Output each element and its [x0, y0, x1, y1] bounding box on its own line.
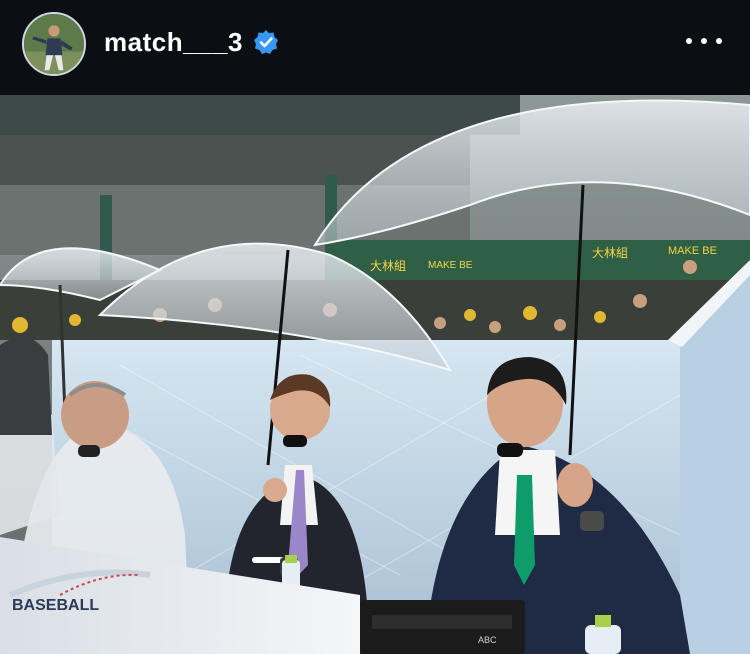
post-header: match___3 [0, 0, 750, 95]
banner-text-mid: MAKE BE [428, 260, 473, 271]
banner-text-left: 大林組 [370, 259, 406, 273]
water-bottle-icon [585, 625, 621, 654]
banner-text-right: 大林組 [592, 246, 628, 260]
dot [686, 38, 692, 44]
avatar-player-icon [24, 14, 84, 74]
more-options-icon[interactable] [686, 27, 722, 55]
username-row: match___3 [104, 24, 279, 60]
post-photo[interactable]: 大林組 MAKE BE 大林組 MAKE BE BASEBALL ABC [0, 95, 750, 654]
tie-green [514, 475, 535, 585]
upper-deck [0, 95, 520, 135]
avatar[interactable] [22, 12, 86, 76]
dot [701, 38, 707, 44]
headset-mic-icon [497, 443, 523, 457]
headset-mic-icon [283, 435, 307, 447]
banner-text-far: MAKE BE [668, 245, 717, 257]
monitor-logo-text: ABC [478, 635, 497, 645]
username[interactable]: match___3 [104, 27, 243, 58]
broadcast-booth-illustration: 大林組 MAKE BE 大林組 MAKE BE BASEBALL ABC [0, 95, 750, 654]
desk-logo-text: BASEBALL [12, 597, 99, 614]
verified-badge-icon [253, 30, 278, 54]
wristwatch-icon [580, 511, 604, 531]
dot [716, 38, 722, 44]
headset-mic-icon [78, 445, 100, 457]
